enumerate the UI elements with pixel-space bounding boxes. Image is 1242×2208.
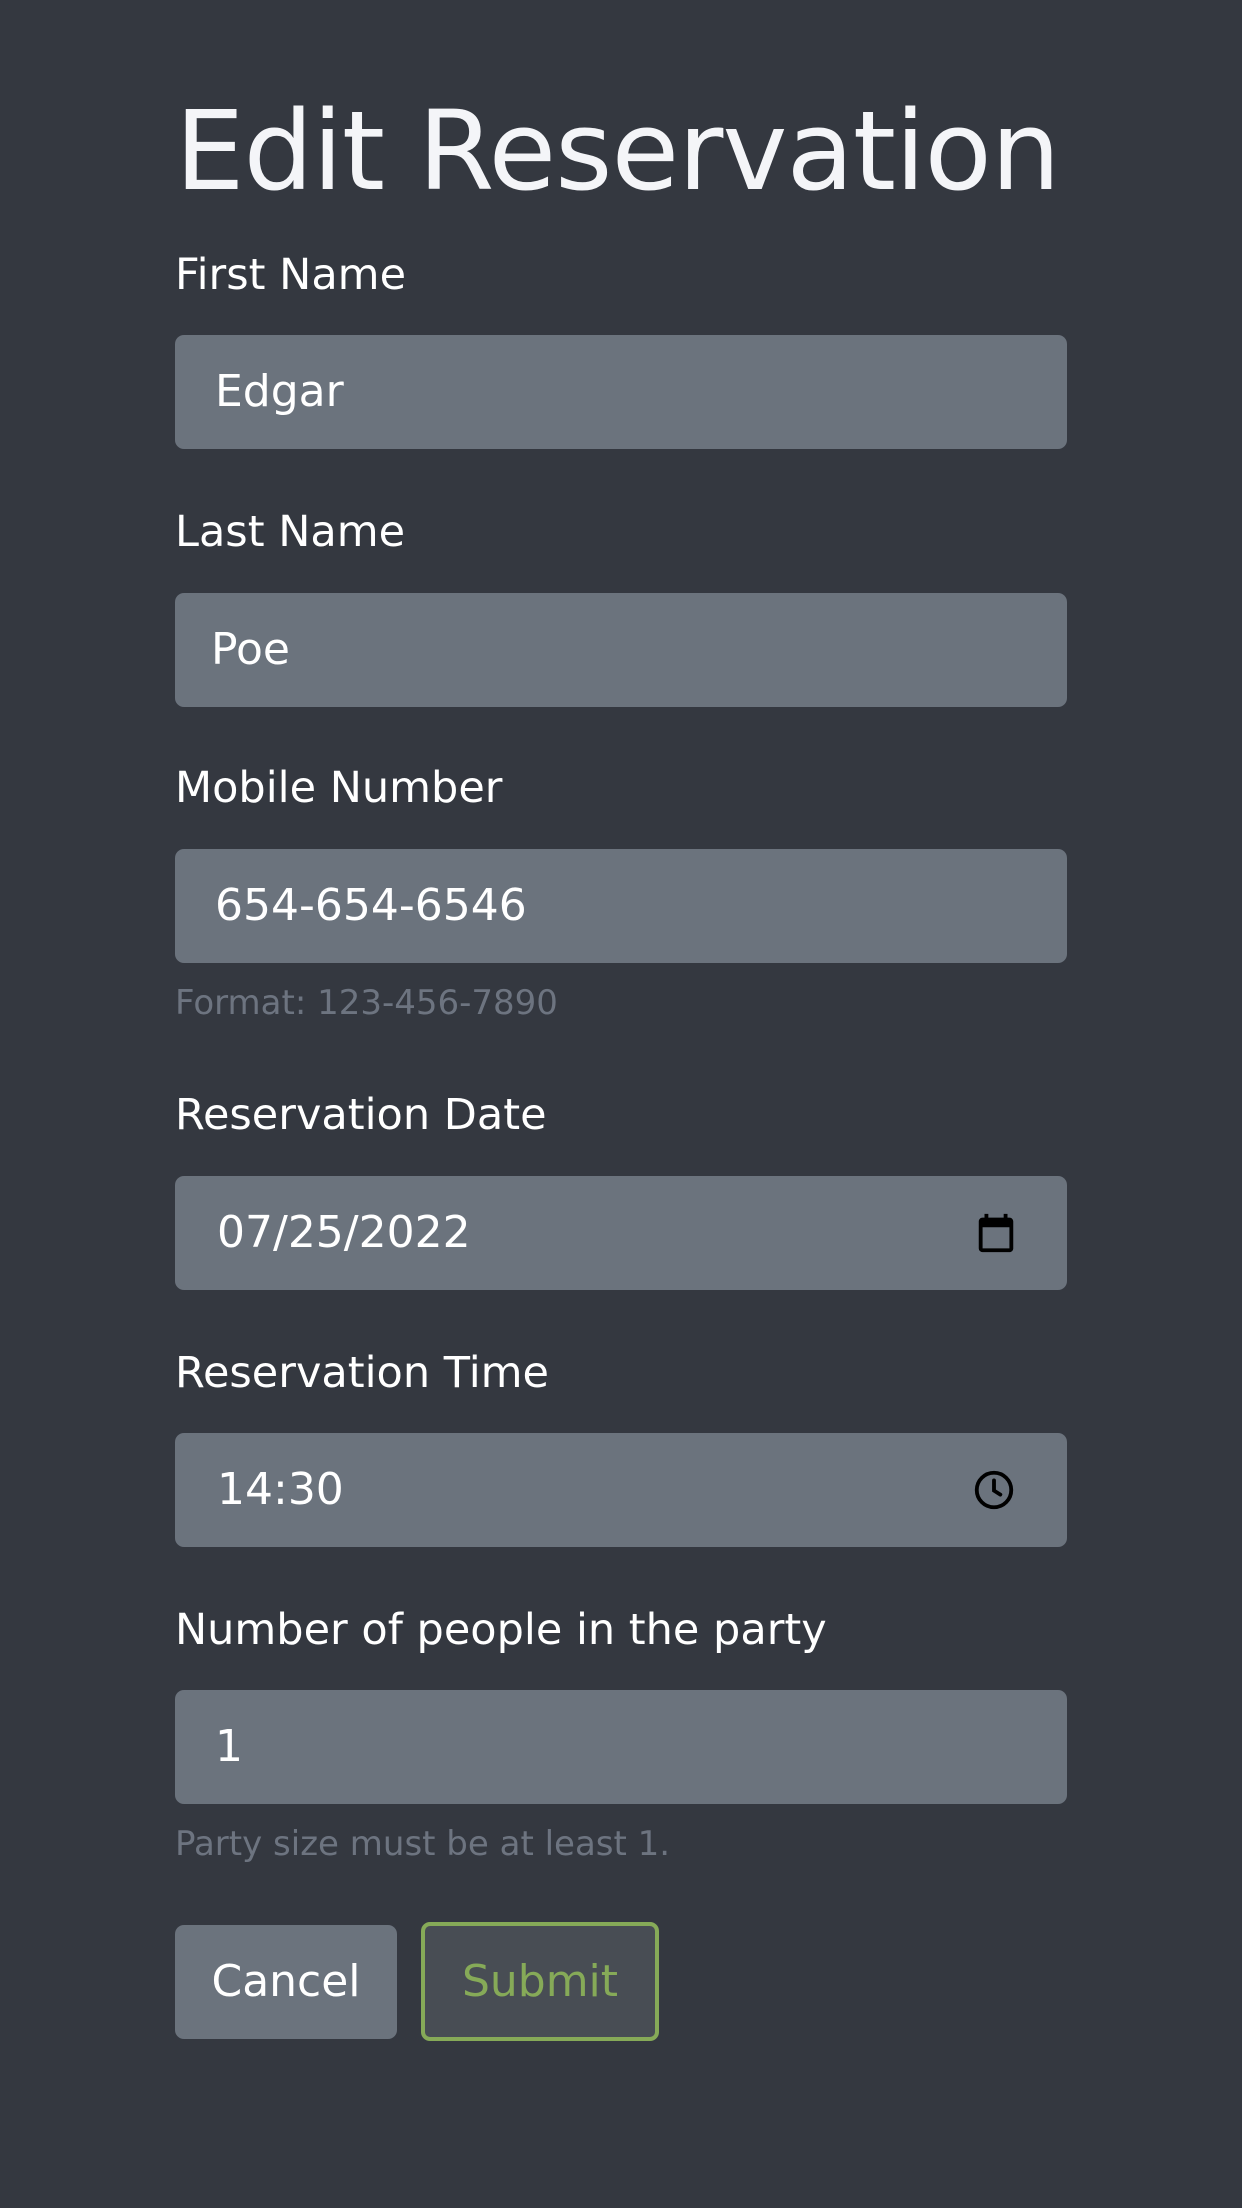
reservation-date-label: Reservation Date [175,1090,547,1140]
calendar-icon[interactable] [973,1210,1019,1256]
last-name-field[interactable]: Poe [175,593,1067,707]
page-title: Edit Reservation [175,87,1061,215]
mobile-number-field[interactable]: 654-654-6546 [175,849,1067,963]
first-name-value: Edgar [215,366,344,417]
mobile-number-help-text: Format: 123-456-7890 [175,983,558,1023]
reservation-time-field[interactable]: 14:30 [175,1433,1067,1547]
last-name-label: Last Name [175,507,406,557]
party-size-field[interactable]: 1 [175,1690,1067,1804]
party-size-help-text: Party size must be at least 1. [175,1824,671,1864]
reservation-time-label: Reservation Time [175,1348,550,1398]
mobile-number-label: Mobile Number [175,763,503,813]
first-name-field[interactable]: Edgar [175,335,1067,449]
reservation-date-field[interactable]: 07/25/2022 [175,1176,1067,1290]
party-size-label: Number of people in the party [175,1605,827,1655]
party-size-value: 1 [215,1721,243,1772]
last-name-value: Poe [211,624,290,675]
clock-icon[interactable] [971,1467,1017,1513]
cancel-button[interactable]: Cancel [175,1925,397,2039]
submit-button[interactable]: Submit [421,1922,659,2041]
first-name-label: First Name [175,250,407,300]
mobile-number-value: 654-654-6546 [215,880,527,931]
reservation-time-value: 14:30 [217,1464,344,1515]
reservation-date-value: 07/25/2022 [217,1207,471,1258]
